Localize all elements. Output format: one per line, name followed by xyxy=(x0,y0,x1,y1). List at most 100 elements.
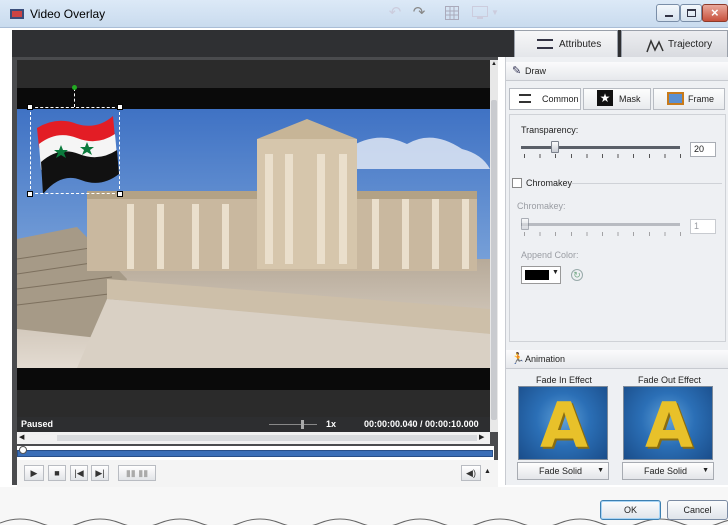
prev-frame-button[interactable]: |◀ xyxy=(70,465,88,481)
resize-handle-bl[interactable] xyxy=(27,191,33,197)
scroll-left-icon: ◀ xyxy=(19,434,25,441)
video-scrollbar-horizontal[interactable]: ◀ ▶ xyxy=(17,432,490,444)
app-icon xyxy=(10,8,24,20)
playback-time: 00:00:00.040 / 00:00:10.000 xyxy=(364,419,479,429)
chromakey-slider-label: Chromakey: xyxy=(517,201,566,211)
volume-dropdown-icon[interactable]: ▲ xyxy=(484,468,491,475)
clip-button[interactable]: ▮▮ ▮▮ xyxy=(118,465,156,481)
append-color-picker[interactable]: ▼ xyxy=(521,266,561,284)
chromakey-ticks xyxy=(524,232,681,236)
subtab-common-label: Common xyxy=(542,94,579,104)
fade-out-preview-letter: A xyxy=(645,389,693,460)
chevron-down-icon: ▼ xyxy=(597,467,604,474)
animation-icon: 🏃 xyxy=(511,353,525,365)
chromakey-divider xyxy=(572,183,722,184)
maximize-button[interactable] xyxy=(680,4,702,22)
chromakey-value[interactable]: 1 xyxy=(690,219,716,234)
play-icon: ▶ xyxy=(30,468,38,478)
subtab-frame[interactable]: Frame xyxy=(653,88,725,110)
chevron-down-icon: ▼ xyxy=(702,467,709,474)
resize-handle-br[interactable] xyxy=(117,191,123,197)
minimize-button[interactable] xyxy=(656,4,680,22)
monitor-dropdown-icon[interactable]: ▼ xyxy=(490,4,500,22)
video-scrollbar-vertical[interactable]: ▲ xyxy=(490,60,498,432)
video-letterbox-band xyxy=(17,88,490,109)
stop-button[interactable]: ■ xyxy=(48,465,66,481)
resize-handle-tl[interactable] xyxy=(27,104,33,110)
undo-icon[interactable]: ↶ xyxy=(386,4,404,22)
player-status-bar: Paused 1x 00:00:00.040 / 00:00:10.000 xyxy=(17,417,490,432)
transparency-slider[interactable] xyxy=(521,146,680,149)
timeline-track[interactable] xyxy=(17,450,493,457)
transparency-ticks xyxy=(524,154,681,158)
play-button[interactable]: ▶ xyxy=(24,465,44,481)
window-title: Video Overlay xyxy=(30,7,106,21)
attributes-icon xyxy=(537,39,553,49)
volume-icon: ◀) xyxy=(466,468,476,478)
fade-in-preview-letter: A xyxy=(540,389,588,460)
chromakey-slider[interactable] xyxy=(521,223,680,226)
speed-slider-thumb[interactable] xyxy=(301,420,304,429)
redo-icon[interactable]: ↷ xyxy=(410,4,428,22)
scrollbar-thumb[interactable] xyxy=(491,100,497,420)
transparency-label: Transparency: xyxy=(521,125,579,135)
reset-color-icon[interactable]: ↻ xyxy=(571,269,583,281)
next-frame-button[interactable]: ▶| xyxy=(91,465,109,481)
rotate-handle[interactable] xyxy=(72,85,77,90)
draw-icon: ✎ xyxy=(512,65,522,77)
monitor-icon[interactable] xyxy=(469,4,491,22)
fade-out-label: Fade Out Effect xyxy=(638,375,701,385)
minimize-icon xyxy=(665,15,673,17)
rotate-handle-line xyxy=(74,88,75,107)
playback-status: Paused xyxy=(21,419,54,429)
close-icon: × xyxy=(711,5,719,20)
speed-slider[interactable] xyxy=(269,424,317,425)
overlay-image[interactable] xyxy=(30,107,120,194)
maximize-icon xyxy=(687,9,696,17)
animation-section-header: 🏃 Animation xyxy=(506,350,728,369)
tab-trajectory[interactable]: Trajectory xyxy=(621,30,728,57)
fade-in-preview[interactable]: A xyxy=(518,386,608,460)
fade-out-preview[interactable]: A xyxy=(623,386,713,460)
transparency-value[interactable]: 20 xyxy=(690,142,716,157)
close-button[interactable]: × xyxy=(702,4,728,22)
subtab-frame-label: Frame xyxy=(688,94,715,104)
common-icon xyxy=(519,94,531,103)
video-letterbox-bottom-band xyxy=(17,390,490,417)
tab-attributes-label: Attributes xyxy=(559,39,602,50)
animation-section-title: Animation xyxy=(525,354,566,364)
subtab-mask[interactable]: ★ Mask xyxy=(583,88,651,110)
star-icon: ★ xyxy=(597,90,613,106)
clip-icon: ▮▮ ▮▮ xyxy=(125,468,149,478)
prev-frame-icon: |◀ xyxy=(74,468,84,478)
ok-button[interactable]: OK xyxy=(600,500,661,520)
timeline[interactable] xyxy=(17,446,494,460)
subtab-common[interactable]: Common xyxy=(509,88,581,110)
playback-controls xyxy=(17,460,498,487)
timeline-playhead[interactable] xyxy=(19,446,27,454)
subtab-mask-label: Mask xyxy=(619,94,641,104)
fade-out-value: Fade Solid xyxy=(644,466,688,476)
frame-icon xyxy=(667,92,684,105)
scroll-up-icon: ▲ xyxy=(491,61,497,67)
video-letterbox-bottom xyxy=(17,368,490,390)
stop-icon: ■ xyxy=(54,468,60,478)
fade-out-dropdown[interactable]: Fade Solid ▼ xyxy=(622,462,714,480)
cancel-button[interactable]: Cancel xyxy=(667,500,728,520)
append-color-swatch xyxy=(525,270,549,280)
fade-in-dropdown[interactable]: Fade Solid ▼ xyxy=(517,462,609,480)
next-frame-icon: ▶| xyxy=(95,468,105,478)
append-color-label: Append Color: xyxy=(521,250,579,260)
title-bar xyxy=(0,0,728,28)
resize-handle-tr[interactable] xyxy=(117,104,123,110)
tab-attributes[interactable]: Attributes xyxy=(514,30,618,57)
hscroll-thumb[interactable] xyxy=(57,435,477,441)
append-color-dropdown-icon: ▼ xyxy=(552,269,559,276)
transparency-slider-thumb[interactable] xyxy=(551,141,559,153)
chromakey-slider-thumb[interactable] xyxy=(521,218,529,230)
fade-in-label: Fade In Effect xyxy=(536,375,592,385)
chromakey-checkbox-label: Chromakey xyxy=(526,178,573,188)
chromakey-checkbox[interactable] xyxy=(512,178,522,188)
grid-icon[interactable] xyxy=(444,4,460,22)
volume-button[interactable]: ◀) xyxy=(461,465,481,481)
